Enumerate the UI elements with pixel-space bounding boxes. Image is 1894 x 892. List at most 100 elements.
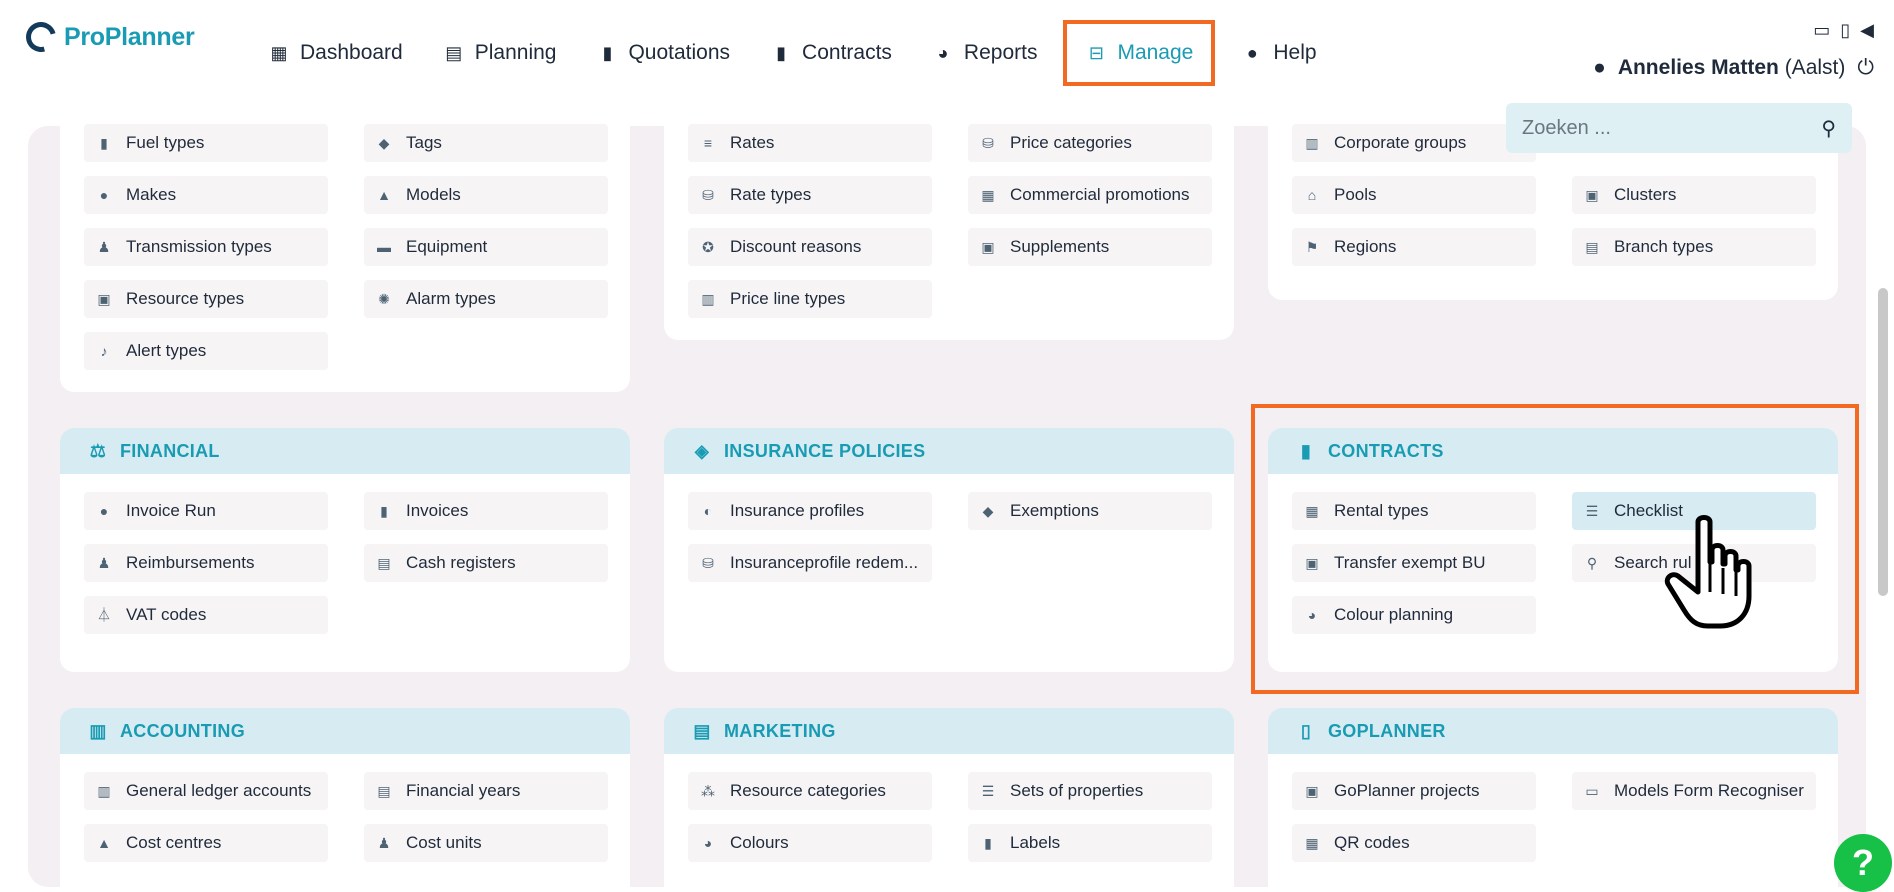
- coins-icon: ⛁: [702, 554, 714, 571]
- menu-item-cost-centres[interactable]: ▲ Cost centres: [84, 824, 328, 862]
- bell-icon: ♪: [100, 343, 108, 359]
- transmission-icon: ♟: [97, 238, 111, 255]
- help-chat-button[interactable]: ?: [1834, 834, 1892, 892]
- menu-item-supplements[interactable]: ▣ Supplements: [968, 228, 1212, 266]
- menu-item-rates[interactable]: ≡ Rates: [688, 124, 932, 162]
- card-header: ⚖ FINANCIAL: [60, 428, 630, 474]
- menu-item-branch-types[interactable]: ▤ Branch types: [1572, 228, 1816, 266]
- rental-type-icon: ▦: [1305, 502, 1319, 519]
- menu-item-exemptions[interactable]: ◆ Exemptions: [968, 492, 1212, 530]
- menu-item-general-ledger-accounts[interactable]: ▥ General ledger accounts: [84, 772, 328, 810]
- menu-item-equipment[interactable]: ▬ Equipment: [364, 228, 608, 266]
- id-card-icon: ▭: [1585, 782, 1599, 799]
- nav-quotations[interactable]: ▮ Quotations: [576, 20, 750, 86]
- menu-item-price-categories[interactable]: ⛁ Price categories: [968, 124, 1212, 162]
- list-icon: ☰: [981, 782, 995, 799]
- card-header: ▯ GOPLANNER: [1268, 708, 1838, 754]
- menu-item-resource-types[interactable]: ▣ Resource types: [84, 280, 328, 318]
- user-icon: ●: [1593, 56, 1606, 79]
- user-menu[interactable]: ● Annelies Matten (Aalst) ⏻: [1593, 56, 1874, 80]
- menu-item-transfer-exempt-bu[interactable]: ▣ Transfer exempt BU: [1292, 544, 1536, 582]
- scale-icon: ⚖: [89, 440, 107, 461]
- menu-item-alert-types[interactable]: ♪ Alert types: [84, 332, 328, 370]
- clipboard-icon[interactable]: ▭: [1813, 20, 1830, 41]
- cost-unit-icon: ♟: [377, 834, 391, 851]
- menu-item-price-line-types[interactable]: ▥ Price line types: [688, 280, 932, 318]
- menu-item-colours[interactable]: ◕ Colours: [688, 824, 932, 862]
- palette-icon: ◕: [703, 835, 713, 851]
- card-title: CONTRACTS: [1328, 440, 1444, 461]
- gift-icon: ▦: [981, 186, 995, 203]
- map-icon: ⚑: [1305, 238, 1319, 255]
- card-title: MARKETING: [724, 720, 836, 741]
- main-nav: ▦ Dashboard ▤ Planning ▮ Quotations ▮ Contra…: [248, 20, 1337, 86]
- card-header: ◈ INSURANCE POLICIES: [664, 428, 1234, 474]
- menu-item-colour-planning[interactable]: ◕ Colour planning: [1292, 596, 1536, 634]
- menu-item-qr-codes[interactable]: ▦ QR codes: [1292, 824, 1536, 862]
- menu-item-models-form-recogniser[interactable]: ▭ Models Form Recogniser: [1572, 772, 1816, 810]
- nav-label: Dashboard: [300, 41, 403, 64]
- menu-item-goplanner-projects[interactable]: ▣ GoPlanner projects: [1292, 772, 1536, 810]
- menu-item-transmission-types[interactable]: ♟ Transmission types: [84, 228, 328, 266]
- menu-item-invoice-run[interactable]: ● Invoice Run: [84, 492, 328, 530]
- search-icon: ⚲: [1586, 554, 1598, 571]
- cash-register-icon: ▤: [377, 554, 391, 571]
- menu-item-financial-years[interactable]: ▤ Financial years: [364, 772, 608, 810]
- card-vehicles: ▮ Fuel types ◆ Tags ● Makes ▲ Models ♟ Transm…: [60, 106, 630, 392]
- price-category-icon: ⛁: [982, 134, 994, 151]
- search-icon[interactable]: ⚲: [1821, 116, 1836, 141]
- proplanner-logo[interactable]: ProPlanner: [20, 16, 195, 58]
- nav-label: Manage: [1117, 41, 1194, 64]
- menu-item-discount-reasons[interactable]: ✪ Discount reasons: [688, 228, 932, 266]
- menu-item-reimbursements[interactable]: ♟ Reimbursements: [84, 544, 328, 582]
- nav-label: Contracts: [802, 41, 892, 64]
- nav-planning[interactable]: ▤ Planning: [423, 20, 577, 86]
- card-header: ▤ MARKETING: [664, 708, 1234, 754]
- menu-item-resource-categories[interactable]: ⁂ Resource categories: [688, 772, 932, 810]
- menu-item-rate-types[interactable]: ⛁ Rate types: [688, 176, 932, 214]
- tag-icon: ◆: [378, 134, 390, 151]
- menu-item-fuel-types[interactable]: ▮ Fuel types: [84, 124, 328, 162]
- nav-manage[interactable]: ⊟ Manage: [1063, 20, 1216, 86]
- nav-dashboard[interactable]: ▦ Dashboard: [248, 20, 423, 86]
- menu-item-vat-codes[interactable]: ⏃ VAT codes: [84, 596, 328, 634]
- menu-item-regions[interactable]: ⚑ Regions: [1292, 228, 1536, 266]
- megaphone-icon[interactable]: ◀: [1860, 20, 1874, 41]
- menu-item-clusters[interactable]: ▣ Clusters: [1572, 176, 1816, 214]
- menu-item-labels[interactable]: ▮ Labels: [968, 824, 1212, 862]
- nav-contracts[interactable]: ▮ Contracts: [750, 20, 912, 86]
- menu-item-cost-units[interactable]: ♟ Cost units: [364, 824, 608, 862]
- scrollbar[interactable]: [1878, 288, 1888, 596]
- menu-item-sets-of-properties[interactable]: ☰ Sets of properties: [968, 772, 1212, 810]
- user-location: (Aalst): [1784, 56, 1846, 79]
- menu-item-alarm-types[interactable]: ✺ Alarm types: [364, 280, 608, 318]
- menu-item-insurance-profiles[interactable]: ◐ Insurance profiles: [688, 492, 932, 530]
- menu-item-rental-types[interactable]: ▦ Rental types: [1292, 492, 1536, 530]
- menu-item-commercial-promotions[interactable]: ▦ Commercial promotions: [968, 176, 1212, 214]
- ledger-icon: ▥: [97, 782, 111, 799]
- home-icon: ⌂: [1307, 187, 1317, 203]
- qr-code-icon: ▦: [1305, 834, 1319, 851]
- menu-item-insuranceprofile-redemptions[interactable]: ⛁ Insuranceprofile redem...: [688, 544, 932, 582]
- menu-item-pools[interactable]: ⌂ Pools: [1292, 176, 1536, 214]
- percent-icon: ✪: [702, 238, 714, 255]
- top-bar: ProPlanner ▦ Dashboard ▤ Planning ▮ Quotati…: [0, 0, 1894, 106]
- nav-reports[interactable]: ◕ Reports: [912, 20, 1058, 86]
- palette-icon: ◕: [1307, 607, 1317, 623]
- menu-item-cash-registers[interactable]: ▤ Cash registers: [364, 544, 608, 582]
- menu-item-models[interactable]: ▲ Models: [364, 176, 608, 214]
- menu-item-corporate-groups[interactable]: ▥ Corporate groups: [1292, 124, 1536, 162]
- calendar-icon: ▤: [445, 42, 463, 63]
- search-input[interactable]: [1522, 116, 1782, 140]
- contract-icon: ▮: [1300, 440, 1312, 461]
- nav-help[interactable]: ● Help: [1221, 20, 1336, 86]
- checklist-icon: ☰: [1585, 502, 1599, 519]
- search-box: ⚲: [1506, 103, 1852, 153]
- menu-item-tags[interactable]: ◆ Tags: [364, 124, 608, 162]
- card-accounting: ▥ ACCOUNTING ▥ General ledger accounts ▤ Fi…: [60, 708, 630, 887]
- menu-item-invoices[interactable]: ▮ Invoices: [364, 492, 608, 530]
- menu-item-makes[interactable]: ● Makes: [84, 176, 328, 214]
- add-document-icon[interactable]: ▯: [1840, 20, 1850, 41]
- power-icon[interactable]: ⏻: [1857, 56, 1874, 80]
- vehicle-icon: ▣: [97, 290, 111, 307]
